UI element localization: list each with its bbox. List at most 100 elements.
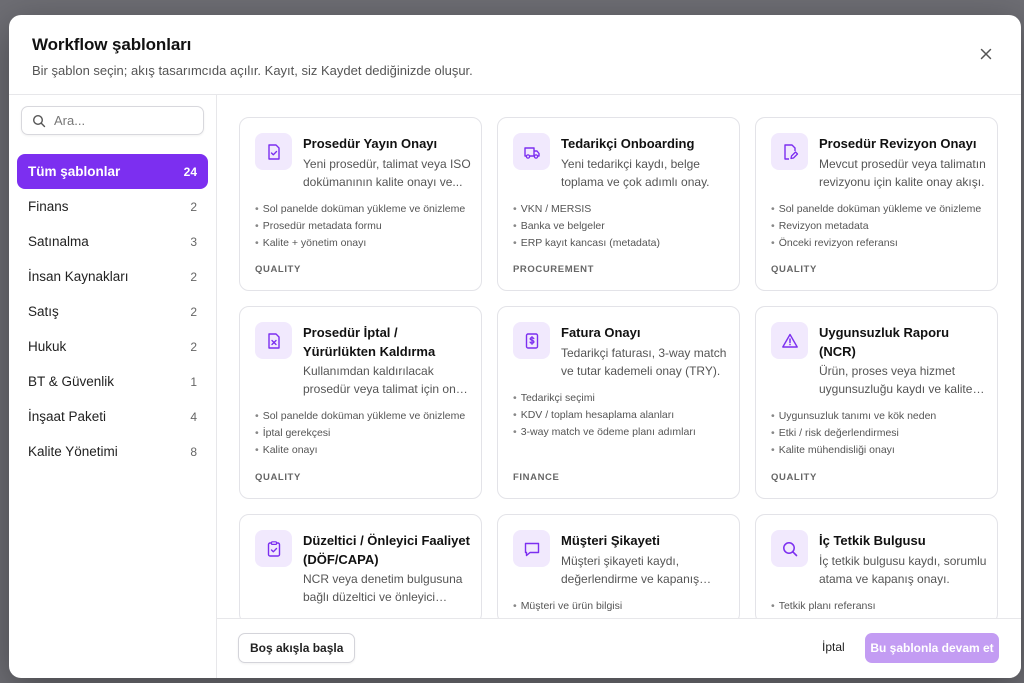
template-feature: Kalite mühendisliği onayı [771, 442, 986, 459]
category-label: Hukuk [28, 339, 67, 354]
template-feature: Tedarikçi seçimi [513, 390, 728, 407]
template-feature: Tetkik planı referansı [771, 598, 986, 615]
template-card[interactable]: Prosedür İptal / Yürürlükten Kaldırma Ku… [239, 306, 482, 499]
template-card[interactable]: Prosedür Revizyon Onayı Mevcut prosedür … [755, 117, 998, 291]
template-title: Prosedür İptal / Yürürlükten Kaldırma [303, 325, 436, 359]
search-icon [32, 114, 46, 127]
category-label: İnşaat Paketi [28, 409, 107, 424]
template-feature: Etki / risk değerlendirmesi [771, 425, 986, 442]
template-feature: Banka ve belgeler [513, 218, 728, 235]
category-label: Satınalma [28, 234, 89, 249]
template-grid-area: Prosedür Yayın Onayı Yeni prosedür, tali… [217, 95, 1021, 618]
start-blank-flow-button[interactable]: Boş akışla başla [238, 633, 356, 663]
template-feature: Sol panelde doküman yükleme ve önizleme [771, 201, 986, 218]
template-category-tag: QUALITY [255, 472, 301, 483]
category-list: Tüm şablonlar 24 Finans 2 Satınalma 3 İnsan… [17, 154, 208, 469]
template-category-tag: QUALITY [255, 264, 301, 275]
template-card[interactable]: Düzeltici / Önleyici Faaliyet (DÖF/CAPA)… [239, 514, 482, 618]
template-feature-list: Sol panelde doküman yükleme ve önizleme … [255, 201, 470, 252]
template-feature: ERP kayıt kancası (metadata) [513, 235, 728, 252]
template-feature: VKN / MERSIS [513, 201, 728, 218]
template-feature-list: Müşteri ve ürün bilgisi [513, 598, 728, 615]
template-feature: İptal gerekçesi [255, 425, 470, 442]
category-label: Tüm şablonlar [28, 164, 121, 179]
template-feature-list: VKN / MERSIS Banka ve belgeler ERP kayıt… [513, 201, 728, 252]
document-edit-icon [783, 143, 798, 160]
category-item-satinalma[interactable]: Satınalma 3 [17, 224, 208, 259]
category-item-insaat-paketi[interactable]: İnşaat Paketi 4 [17, 399, 208, 434]
dialog-title: Workflow şablonları [32, 35, 192, 54]
dialog-subtitle: Bir şablon seçin; akış tasarımcıda açılı… [32, 63, 473, 78]
template-description: NCR veya denetim bulgusuna bağlı düzelti… [303, 572, 463, 604]
category-count: 4 [190, 409, 197, 424]
category-item-all[interactable]: Tüm şablonlar 24 [17, 154, 208, 189]
template-feature-list: Tetkik planı referansı [771, 598, 986, 615]
search-input[interactable] [54, 113, 194, 128]
template-feature-list: Uygunsuzluk tanımı ve kök neden Etki / r… [771, 408, 986, 459]
warning-triangle-icon [781, 333, 798, 348]
template-feature: Kalite + yönetim onayı [255, 235, 470, 252]
template-card[interactable]: İç Tetkik Bulgusu İç tetkik bulgusu kayd… [755, 514, 998, 618]
template-description: Tedarikçi faturası, 3-way match ve tutar… [561, 346, 727, 378]
template-description: Yeni prosedür, talimat veya ISO dokümanı… [303, 157, 471, 189]
template-title: Müşteri Şikayeti [561, 533, 660, 548]
template-card[interactable]: Fatura Onayı Tedarikçi faturası, 3-way m… [497, 306, 740, 499]
template-card[interactable]: Tedarikçi Onboarding Yeni tedarikçi kayd… [497, 117, 740, 291]
category-count: 24 [183, 164, 197, 179]
category-count: 2 [190, 269, 197, 284]
document-x-icon [267, 332, 280, 349]
template-description: Mevcut prosedür veya talimatın revizyonu… [819, 157, 986, 189]
template-feature: Müşteri ve ürün bilgisi [513, 598, 728, 615]
template-title: Fatura Onayı [561, 325, 641, 340]
workflow-templates-dialog: Workflow şablonları Bir şablon seçin; ak… [9, 15, 1021, 678]
dialog-footer: Boş akışla başla İptal Bu şablonla devam… [217, 618, 1021, 678]
category-item-kalite-yonetimi[interactable]: Kalite Yönetimi 8 [17, 434, 208, 469]
template-category-tag: FINANCE [513, 472, 560, 483]
category-sidebar: Tüm şablonlar24 Finans2 Satınalma3 İnsan… [9, 95, 217, 678]
template-title: Prosedür Yayın Onayı [303, 136, 438, 151]
template-grid: Prosedür Yayın Onayı Yeni prosedür, tali… [239, 117, 998, 618]
cancel-button[interactable]: İptal [822, 640, 845, 654]
category-item-finans[interactable]: Finans 2 [17, 189, 208, 224]
template-feature: Sol panelde doküman yükleme ve önizleme [255, 201, 470, 218]
template-card[interactable]: Uygunsuzluk Raporu (NCR) Ürün, proses ve… [755, 306, 998, 499]
template-title: İç Tetkik Bulgusu [819, 533, 926, 548]
template-title: Uygunsuzluk Raporu (NCR) [819, 325, 950, 359]
template-feature: Uygunsuzluk tanımı ve kök neden [771, 408, 986, 425]
category-count: 1 [190, 374, 197, 389]
truck-icon [523, 146, 540, 159]
template-category-tag: QUALITY [771, 472, 817, 483]
template-feature-list: Sol panelde doküman yükleme ve önizleme … [255, 408, 470, 459]
close-icon [980, 48, 992, 60]
invoice-dollar-icon [525, 332, 538, 349]
template-feature-list: Sol panelde doküman yükleme ve önizleme … [771, 201, 986, 252]
clipboard-check-icon [267, 540, 280, 557]
template-description: Kullanımdan kaldırılacak prosedür veya t… [303, 364, 469, 396]
continue-with-template-button[interactable]: Bu şablonla devam et [865, 633, 999, 663]
category-label: BT & Güvenlik [28, 374, 115, 389]
template-feature-list: Tedarikçi seçimi KDV / toplam hesaplama … [513, 390, 728, 441]
category-item-hukuk[interactable]: Hukuk 2 [17, 329, 208, 364]
template-feature: 3-way match ve ödeme planı adımları [513, 424, 728, 441]
template-description: Yeni tedarikçi kaydı, belge toplama ve ç… [561, 157, 710, 189]
category-item-insan-kaynaklari[interactable]: İnsan Kaynakları 2 [17, 259, 208, 294]
template-title: Tedarikçi Onboarding [561, 136, 695, 151]
template-feature: Revizyon metadata [771, 218, 986, 235]
dialog-header: Workflow şablonları Bir şablon seçin; ak… [9, 15, 1021, 95]
magnifier-icon [782, 541, 797, 556]
category-count: 3 [190, 234, 197, 249]
category-count: 2 [190, 339, 197, 354]
category-count: 8 [190, 444, 197, 459]
category-label: Satış [28, 304, 59, 319]
template-card[interactable]: Prosedür Yayın Onayı Yeni prosedür, tali… [239, 117, 482, 291]
template-description: Ürün, proses veya hizmet uygunsuzluğu ka… [819, 364, 973, 396]
template-title: Düzeltici / Önleyici Faaliyet (DÖF/CAPA) [303, 533, 470, 567]
search-box [21, 106, 204, 135]
template-title: Prosedür Revizyon Onayı [819, 136, 977, 151]
template-feature: KDV / toplam hesaplama alanları [513, 407, 728, 424]
category-item-bt-guvenlik[interactable]: BT & Güvenlik 1 [17, 364, 208, 399]
close-button[interactable] [975, 43, 997, 65]
template-feature: Kalite onayı [255, 442, 470, 459]
template-card[interactable]: Müşteri Şikayeti Müşteri şikayeti kaydı,… [497, 514, 740, 618]
category-item-satis[interactable]: Satış 2 [17, 294, 208, 329]
